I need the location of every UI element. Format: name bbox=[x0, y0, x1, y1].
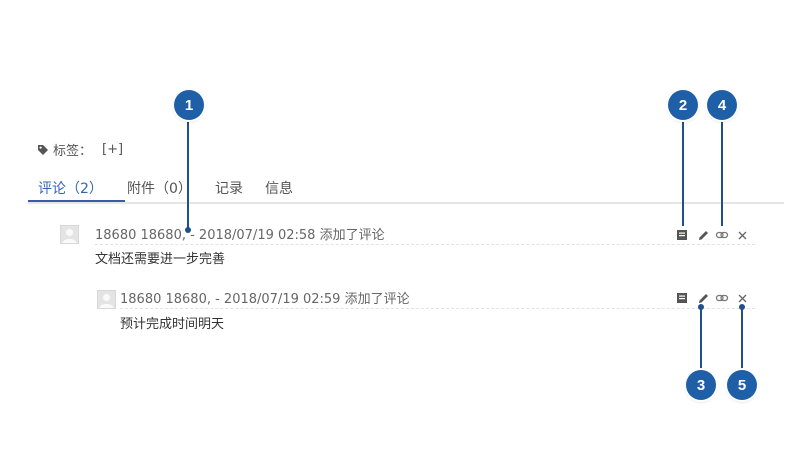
comment-header: 18680 18680, - 2018/07/19 02:58 添加了评论 bbox=[95, 228, 385, 243]
tags-label: 标签： bbox=[53, 144, 93, 159]
close-icon[interactable] bbox=[735, 228, 749, 242]
note-icon[interactable] bbox=[675, 291, 689, 305]
tab-info[interactable]: 信息 bbox=[265, 178, 293, 198]
callout-dot bbox=[185, 227, 191, 233]
pencil-icon[interactable] bbox=[696, 291, 710, 305]
callout-line bbox=[741, 306, 743, 370]
note-icon[interactable] bbox=[675, 228, 689, 242]
callout-badge-2: 2 bbox=[668, 90, 698, 120]
tab-info-label: 信息 bbox=[265, 181, 293, 197]
callout-badge-1: 1 bbox=[174, 90, 204, 120]
tab-comments-count: （2） bbox=[66, 181, 103, 197]
add-tag-button[interactable]: [+] bbox=[102, 142, 123, 157]
callout-line bbox=[721, 118, 723, 226]
pencil-icon[interactable] bbox=[696, 228, 710, 242]
close-icon[interactable] bbox=[735, 291, 749, 305]
comment-divider bbox=[120, 308, 755, 309]
tags-row: 标签： [+] bbox=[37, 140, 123, 159]
tab-attachments[interactable]: 附件（0） bbox=[127, 178, 192, 198]
tab-bar: 评论（2） 附件（0） 记录 信息 bbox=[28, 178, 784, 204]
avatar bbox=[97, 290, 116, 309]
callout-line bbox=[700, 306, 702, 370]
tab-history-label: 记录 bbox=[215, 181, 243, 197]
link-icon[interactable] bbox=[715, 228, 729, 242]
tab-active-indicator bbox=[28, 200, 125, 202]
callout-badge-3: 3 bbox=[686, 370, 716, 400]
tab-comments-label: 评论 bbox=[38, 181, 66, 197]
link-icon[interactable] bbox=[715, 291, 729, 305]
tab-history[interactable]: 记录 bbox=[215, 178, 243, 198]
comment-body: 文档还需要进一步完善 bbox=[95, 252, 226, 267]
callout-line bbox=[682, 118, 684, 226]
avatar bbox=[60, 225, 79, 244]
callout-line bbox=[187, 118, 189, 230]
tab-attachments-label: 附件 bbox=[127, 181, 155, 197]
comment-header: 18680 18680, - 2018/07/19 02:59 添加了评论 bbox=[120, 292, 410, 307]
comment-body: 预计完成时间明天 bbox=[120, 317, 225, 332]
callout-badge-4: 4 bbox=[707, 90, 737, 120]
tab-comments[interactable]: 评论（2） bbox=[38, 178, 103, 198]
callout-badge-5: 5 bbox=[727, 370, 757, 400]
tag-icon bbox=[38, 144, 48, 155]
comment-divider bbox=[95, 244, 755, 245]
